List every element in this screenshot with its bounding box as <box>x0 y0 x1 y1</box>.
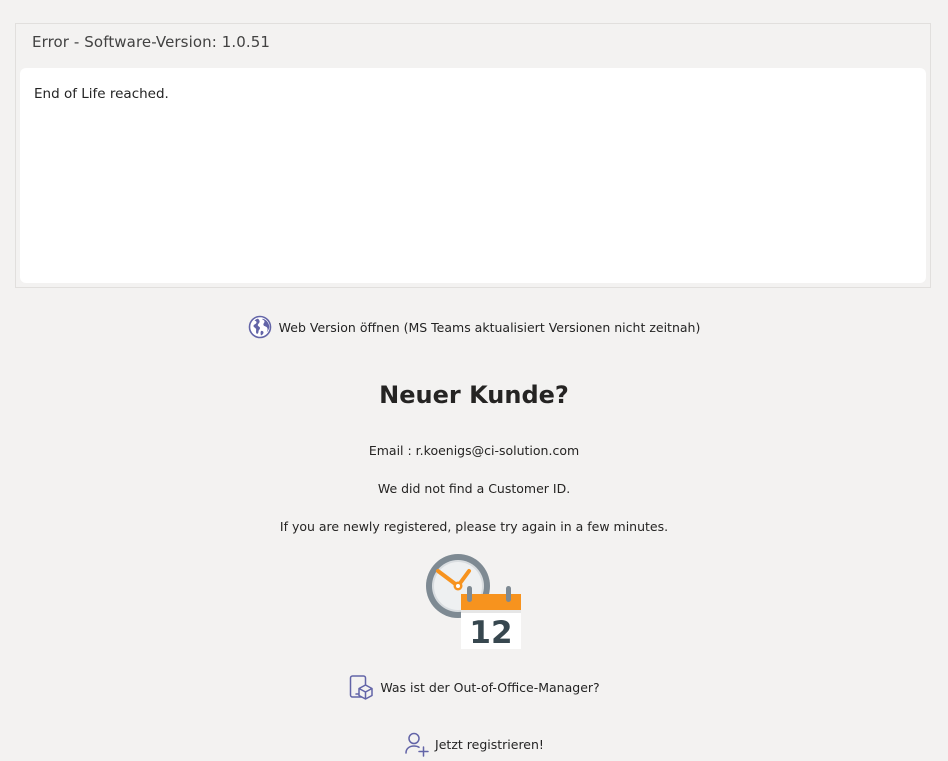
error-panel: Error - Software-Version: 1.0.51 End of … <box>15 23 931 288</box>
calendar-day-label: 12 <box>469 615 512 651</box>
error-body: End of Life reached. <box>20 68 926 283</box>
retry-hint-text: If you are newly registered, please try … <box>279 518 669 534</box>
error-message: End of Life reached. <box>34 86 169 102</box>
clock-calendar-icon: 12 <box>424 552 524 652</box>
about-link[interactable]: Was ist der Out-of-Office-Manager? <box>0 674 948 700</box>
no-customer-id-text: We did not find a Customer ID. <box>377 480 571 496</box>
register-label: Jetzt registrieren! <box>435 736 544 752</box>
tablet-box-icon <box>348 674 374 700</box>
new-customer-heading: Neuer Kunde? <box>379 381 569 409</box>
add-user-icon <box>404 731 430 757</box>
globe-icon <box>248 315 272 339</box>
error-title: Error - Software-Version: 1.0.51 <box>32 33 271 51</box>
web-version-label: Web Version öffnen (MS Teams aktualisier… <box>278 319 701 335</box>
about-label: Was ist der Out-of-Office-Manager? <box>380 679 600 695</box>
web-version-link[interactable]: Web Version öffnen (MS Teams aktualisier… <box>0 315 948 339</box>
register-link[interactable]: Jetzt registrieren! <box>0 730 948 758</box>
email-text: Email : r.koenigs@ci-solution.com <box>368 442 580 458</box>
